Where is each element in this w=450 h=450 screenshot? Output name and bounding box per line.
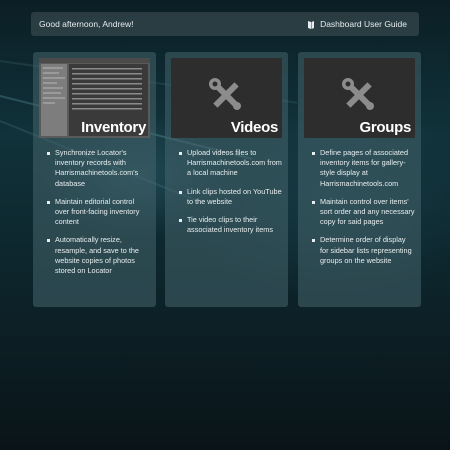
inventory-title: Inventory [81, 119, 146, 136]
videos-title: Videos [230, 119, 278, 136]
greeting-text: Good afternoon, Andrew! [39, 19, 134, 29]
list-item: Automatically resize, resample, and save… [47, 235, 150, 276]
list-item: Synchronize Locator's inventory records … [47, 148, 150, 189]
list-item: Tie video clips to their associated inve… [179, 215, 282, 235]
book-icon [308, 20, 315, 29]
videos-thumbnail[interactable]: Videos [171, 58, 282, 138]
list-item: Link clips hosted on YouTube to the webs… [179, 187, 282, 207]
list-item: Define pages of associated inventory ite… [312, 148, 415, 189]
list-item: Maintain control over items' sort order … [312, 197, 415, 228]
groups-thumbnail[interactable]: Groups [304, 58, 415, 138]
tools-icon [342, 78, 374, 110]
top-bar: Good afternoon, Andrew! Dashboard User G… [31, 12, 419, 36]
list-item: Upload videos files to Harrismachinetool… [179, 148, 282, 179]
groups-card[interactable]: Groups Define pages of associated invent… [298, 52, 421, 307]
groups-title: Groups [359, 119, 411, 136]
inventory-card[interactable]: Inventory Synchronize Locator's inventor… [33, 52, 156, 307]
list-item: Maintain editorial control over front-fa… [47, 197, 150, 228]
groups-feature-list: Define pages of associated inventory ite… [304, 148, 415, 266]
inventory-feature-list: Synchronize Locator's inventory records … [39, 148, 150, 276]
guide-label: Dashboard User Guide [320, 19, 407, 29]
list-item: Determine order of display for sidebar l… [312, 235, 415, 266]
videos-card[interactable]: Videos Upload videos files to Harrismach… [165, 52, 288, 307]
tools-icon [209, 78, 241, 110]
dashboard-user-guide-link[interactable]: Dashboard User Guide [307, 19, 407, 29]
videos-feature-list: Upload videos files to Harrismachinetool… [171, 148, 282, 235]
inventory-thumbnail[interactable]: Inventory [39, 58, 150, 138]
